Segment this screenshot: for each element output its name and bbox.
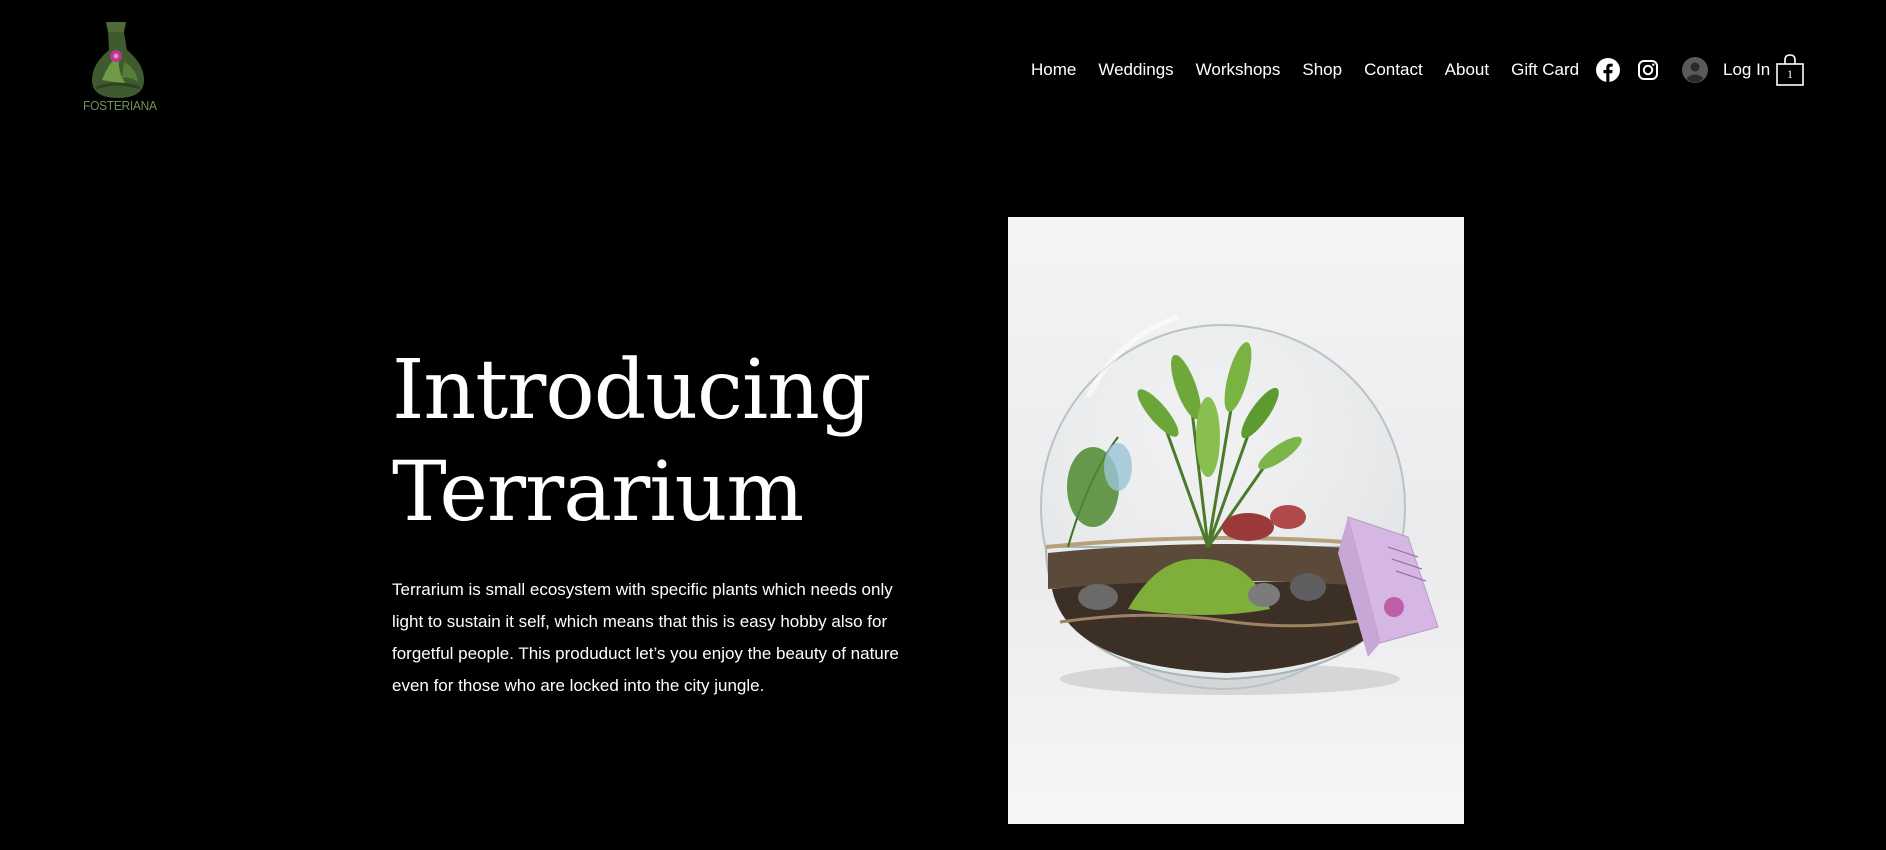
avatar-icon [1682, 57, 1708, 83]
logo-emblem-icon [92, 22, 144, 98]
nav-item-weddings[interactable]: Weddings [1098, 60, 1173, 80]
cart-count-badge: 1 [1787, 67, 1793, 81]
hero-headline: Introducing Terrarium [392, 340, 871, 544]
hero-headline-line-2: Terrarium [392, 445, 804, 540]
page: FOSTERIANA Home Weddings Workshops Shop … [0, 0, 1886, 850]
login-button[interactable]: Log In [1682, 57, 1770, 83]
login-label: Log In [1723, 60, 1771, 79]
nav-item-contact[interactable]: Contact [1364, 60, 1423, 80]
nav-item-workshops[interactable]: Workshops [1196, 60, 1281, 80]
logo-wordmark: FOSTERIANA [83, 98, 157, 113]
nav-item-home[interactable]: Home [1031, 60, 1076, 80]
brand-logo[interactable]: FOSTERIANA [80, 22, 157, 120]
terrarium-image [1008, 217, 1464, 824]
facebook-icon[interactable] [1596, 58, 1620, 82]
main-nav: Home Weddings Workshops Shop Contact Abo… [1031, 58, 1579, 82]
social-links [1596, 58, 1676, 82]
nav-item-about[interactable]: About [1445, 60, 1489, 80]
terrarium-photo [1008, 217, 1464, 824]
nav-item-gift-card[interactable]: Gift Card [1511, 60, 1579, 80]
nav-item-shop[interactable]: Shop [1302, 60, 1342, 80]
hero-description: Terrarium is small ecosystem with specif… [392, 580, 899, 695]
cart-button[interactable]: 1 [1776, 53, 1804, 87]
hero-headline-line-1: Introducing [392, 343, 871, 438]
instagram-icon[interactable] [1636, 58, 1660, 82]
